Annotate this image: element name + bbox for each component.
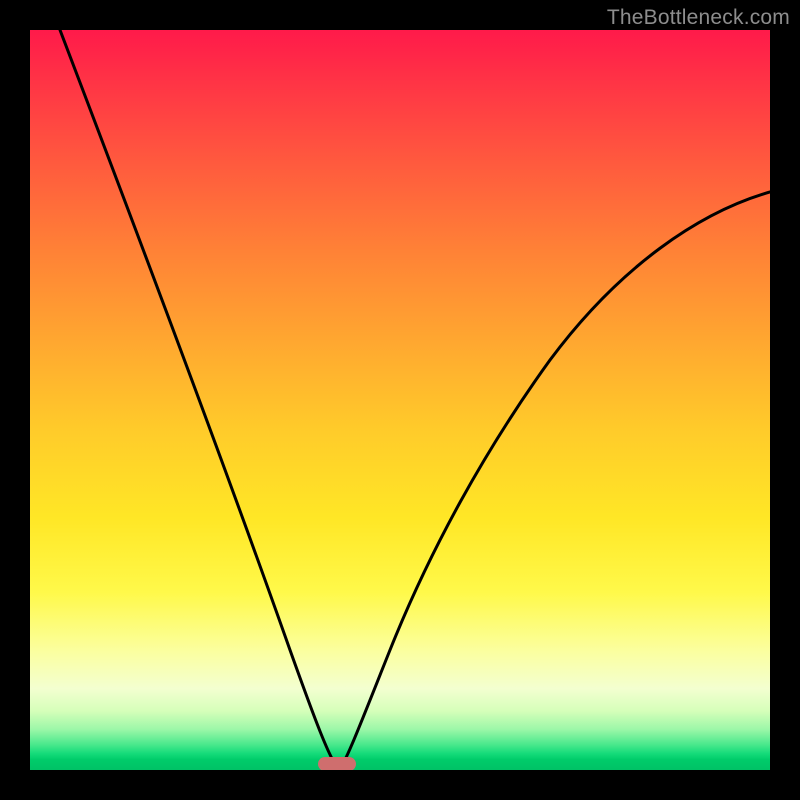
- chart-frame: TheBottleneck.com: [0, 0, 800, 800]
- plot-area: [30, 30, 770, 770]
- bottleneck-curve: [30, 30, 770, 770]
- curve-path: [60, 30, 770, 770]
- min-marker: [318, 757, 356, 770]
- watermark-text: TheBottleneck.com: [607, 6, 790, 30]
